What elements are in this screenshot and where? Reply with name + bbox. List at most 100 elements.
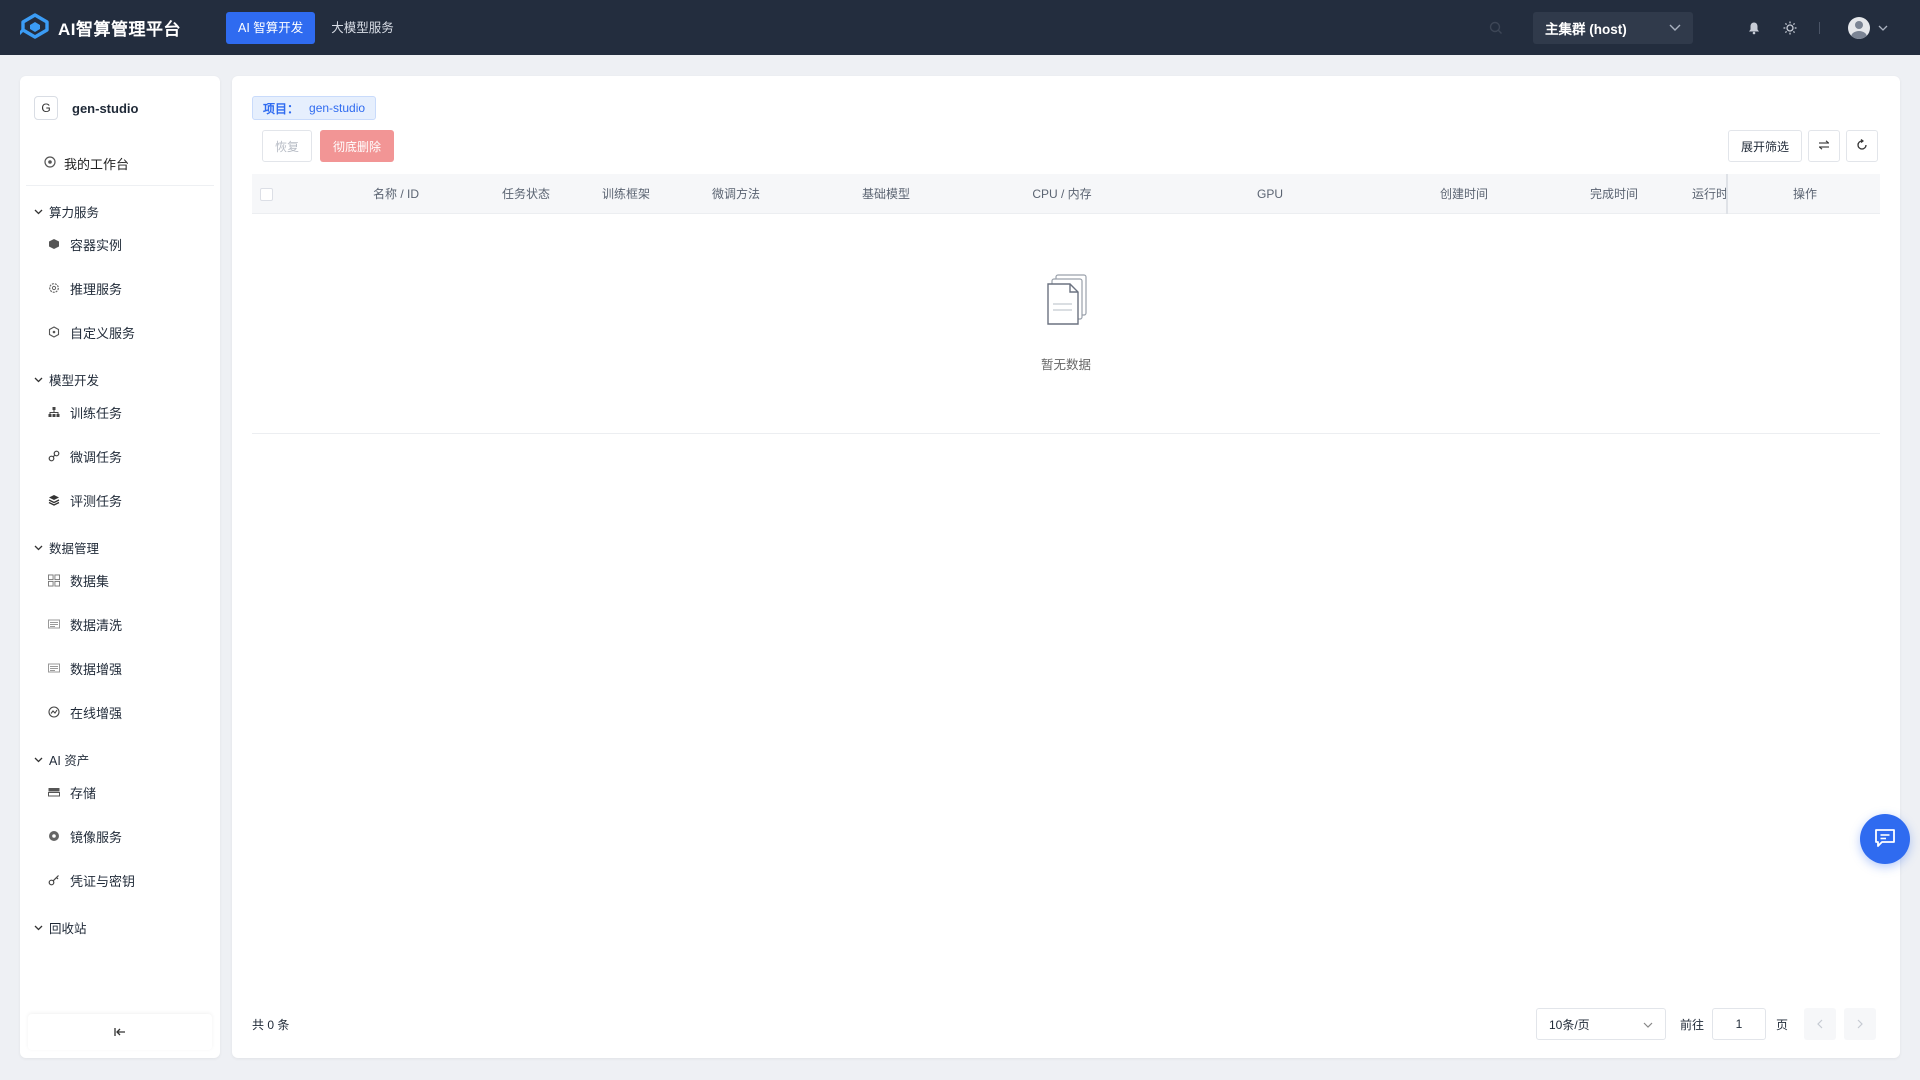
sidebar-item-data-augment[interactable]: 数据增强 [20,646,220,690]
chevron-down-icon [1669,20,1681,35]
select-all-checkbox[interactable] [260,188,273,201]
sidebar-group-label: 数据管理 [49,541,100,556]
sidebar-item-dataset[interactable]: 数据集 [20,558,220,602]
sidebar-item-label: 数据增强 [70,661,123,677]
search-icon[interactable] [1489,21,1503,35]
collapse-left-icon [114,1025,126,1040]
column-header-framework[interactable]: 训练框架 [602,174,650,214]
sidebar-item-container-instance[interactable]: 容器实例 [20,222,220,266]
column-header-runtime[interactable]: 运行时 [1692,174,1728,214]
sidebar-group-data-mgmt[interactable]: 数据管理 [20,536,220,558]
chevron-down-icon [1643,1017,1653,1031]
sidebar-item-label: 推理服务 [70,281,123,297]
sidebar-item-credentials[interactable]: 凭证与密钥 [20,858,220,902]
column-header-name[interactable]: 名称 / ID [373,174,419,214]
column-header-base-model[interactable]: 基础模型 [862,174,910,214]
top-nav: AI 智算开发 大模型服务 [226,11,410,44]
page-size-select[interactable]: 10条/页 [1536,1008,1666,1040]
sidebar-item-label: 评测任务 [70,493,123,509]
column-header-finetune-method[interactable]: 微调方法 [712,174,760,214]
chevron-down-icon [34,752,43,766]
restore-button[interactable]: 恢复 [262,130,312,162]
refresh-button[interactable] [1846,130,1878,162]
sidebar-item-label: 自定义服务 [70,325,136,341]
bell-icon[interactable] [1747,21,1761,35]
empty-state: 暂无数据 [252,214,1880,434]
goto-page-input[interactable] [1712,1008,1766,1040]
gear-icon [48,282,60,294]
project-badge: G [34,96,58,120]
next-page-button[interactable] [1844,1008,1876,1040]
user-menu[interactable] [1848,16,1888,39]
column-header-finished-time[interactable]: 完成时间 [1590,174,1638,214]
sidebar-item-label: 存储 [70,785,97,801]
grid-icon [48,574,60,586]
chevron-left-icon [1817,1017,1823,1032]
sidebar-item-training-task[interactable]: 训练任务 [20,390,220,434]
column-settings-button[interactable] [1808,130,1840,162]
sidebar-item-online-augment[interactable]: 在线增强 [20,690,220,734]
sidebar-group-model-dev[interactable]: 模型开发 [20,368,220,390]
header-divider [1819,21,1820,34]
gauge-icon [48,706,60,718]
hexagon-icon [48,326,60,338]
refresh-icon [1856,138,1868,154]
table-header: 名称 / ID 任务状态 训练框架 微调方法 基础模型 CPU / 内存 GPU… [252,174,1880,214]
empty-document-icon [1046,274,1090,329]
sidebar: G gen-studio 我的工作台 算力服务 容器实例 推理服务 自定义服务 … [20,76,220,1058]
main-panel: 项目： gen-studio 恢复 彻底删除 展开筛选 名称 / ID 任务状态… [232,76,1900,1058]
chat-button[interactable] [1860,814,1910,864]
empty-text: 暂无数据 [1040,358,1091,372]
chevron-down-icon [34,540,43,554]
column-header-status[interactable]: 任务状态 [502,174,550,214]
column-header-actions: 操作 [1792,187,1818,201]
storage-icon [48,786,60,798]
sidebar-group-ai-assets[interactable]: AI 资产 [20,748,220,770]
sidebar-group-recycle-bin[interactable]: 回收站 [20,916,220,938]
expand-filter-button[interactable]: 展开筛选 [1728,130,1802,162]
sidebar-item-storage[interactable]: 存储 [20,770,220,814]
top-bar: AI智算管理平台 AI 智算开发 大模型服务 主集群 (host) [0,0,1920,55]
hierarchy-icon [48,406,60,418]
sidebar-item-eval-task[interactable]: 评测任务 [20,478,220,522]
sidebar-item-label: 数据集 [70,573,110,589]
sidebar-item-custom-service[interactable]: 自定义服务 [20,310,220,354]
prev-page-button[interactable] [1804,1008,1836,1040]
project-header[interactable]: G gen-studio [20,76,220,130]
sidebar-item-finetune-task[interactable]: 微调任务 [20,434,220,478]
sidebar-item-label: 微调任务 [70,449,123,465]
project-tag: 项目： gen-studio [252,96,377,120]
avatar[interactable] [1848,16,1870,39]
sidebar-group-label: 算力服务 [49,205,100,220]
layers-icon [48,494,60,506]
sidebar-group-compute[interactable]: 算力服务 [20,200,220,222]
topnav-ai-dev[interactable]: AI 智算开发 [226,11,316,44]
disc-icon [48,830,60,842]
sidebar-item-inference-service[interactable]: 推理服务 [20,266,220,310]
key-icon [48,874,60,886]
cube-icon [48,238,60,250]
project-name: gen-studio [72,100,139,116]
total-count: 共 0 条 [252,1018,290,1032]
column-header-gpu[interactable]: GPU [1257,174,1283,214]
purge-button[interactable]: 彻底删除 [320,130,394,162]
project-tag-value: gen-studio [309,101,366,115]
sidebar-item-data-cleaning[interactable]: 数据清洗 [20,602,220,646]
page-size-value: 10条/页 [1549,1017,1590,1032]
sidebar-collapse-button[interactable] [28,1014,212,1050]
link-icon [48,450,60,462]
chevron-down-icon [1878,20,1888,35]
cluster-select[interactable]: 主集群 (host) [1533,11,1693,44]
table-icon [48,662,60,674]
sliders-icon [1818,139,1830,153]
brand[interactable]: AI智算管理平台 [17,13,206,42]
sidebar-item-label: 我的工作台 [64,157,130,172]
page-suffix-label: 页 [1776,1018,1789,1032]
column-header-cpu-memory[interactable]: CPU / 内存 [1032,174,1091,214]
sidebar-item-workbench[interactable]: 我的工作台 [26,142,214,186]
column-divider [1726,174,1728,214]
sun-icon[interactable] [1783,21,1797,35]
column-header-created-time[interactable]: 创建时间 [1440,174,1488,214]
sidebar-item-image-service[interactable]: 镜像服务 [20,814,220,858]
topnav-llm-service[interactable]: 大模型服务 [319,12,406,44]
